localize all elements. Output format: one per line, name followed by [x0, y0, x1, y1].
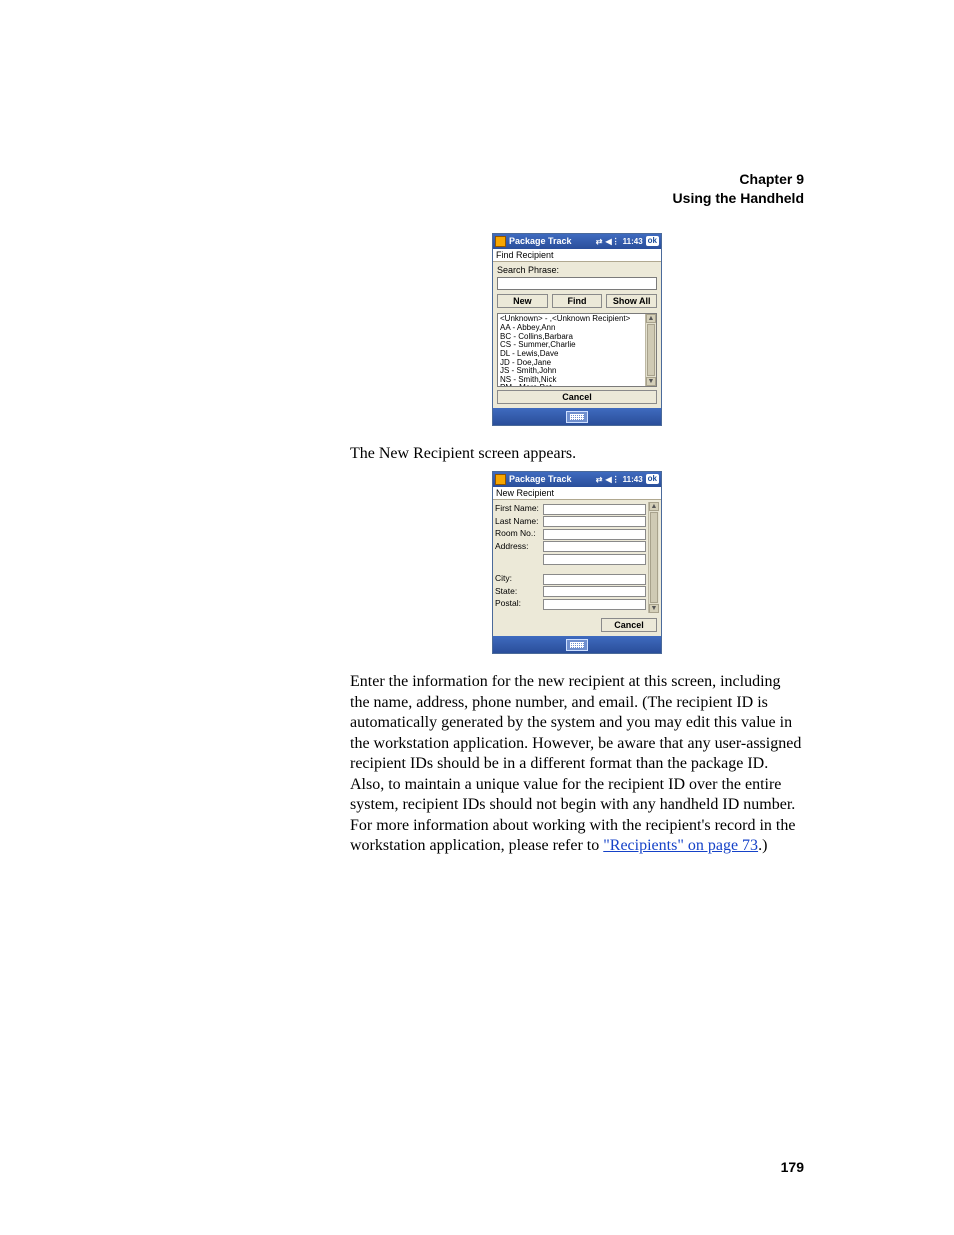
chapter-header: Chapter 9 Using the Handheld: [350, 170, 804, 208]
ok-button[interactable]: ok: [646, 236, 659, 246]
app-title: Package Track: [509, 236, 596, 246]
cancel-button[interactable]: Cancel: [601, 618, 657, 632]
figure-find-recipient: Package Track ⇄ ◀⋮ 11:43 ok Find Recipie…: [350, 233, 804, 427]
clock-text: 11:43: [623, 237, 643, 246]
speaker-icon: ◀⋮: [605, 237, 619, 246]
scroll-thumb[interactable]: [650, 512, 658, 603]
scroll-up-icon[interactable]: ▲: [649, 502, 659, 511]
caption-new-recipient: The New Recipient screen appears.: [350, 444, 804, 464]
pda-window-new-recipient: Package Track ⇄ ◀⋮ 11:43 ok New Recipien…: [492, 471, 662, 654]
address-field-2[interactable]: [543, 554, 646, 565]
pda-window-find-recipient: Package Track ⇄ ◀⋮ 11:43 ok Find Recipie…: [492, 233, 662, 427]
connectivity-icon: ⇄: [596, 475, 603, 484]
app-icon: [495, 474, 506, 485]
room-no-field[interactable]: [543, 529, 646, 540]
scroll-down-icon[interactable]: ▼: [646, 377, 656, 386]
app-icon: [495, 236, 506, 247]
scroll-thumb[interactable]: [647, 324, 655, 376]
last-name-field[interactable]: [543, 516, 646, 527]
recipients-link[interactable]: "Recipients" on page 73: [603, 837, 758, 854]
address-field-1[interactable]: [543, 541, 646, 552]
find-button[interactable]: Find: [552, 294, 603, 308]
cancel-button[interactable]: Cancel: [497, 390, 657, 404]
city-field[interactable]: [543, 574, 646, 585]
room-no-label: Room No.:: [495, 529, 543, 539]
paragraph-text-post: .): [758, 837, 767, 854]
search-phrase-label: Search Phrase:: [497, 265, 559, 275]
clock-text: 11:43: [623, 475, 643, 484]
speaker-icon: ◀⋮: [605, 475, 619, 484]
form-scrollbar[interactable]: ▲ ▼: [648, 502, 659, 613]
pda-bottombar: [493, 636, 661, 653]
address-label: Address:: [495, 542, 543, 552]
scroll-up-icon[interactable]: ▲: [646, 314, 656, 323]
city-label: City:: [495, 574, 543, 584]
show-all-button[interactable]: Show All: [606, 294, 657, 308]
first-name-label: First Name:: [495, 504, 543, 514]
state-label: State:: [495, 587, 543, 597]
state-field[interactable]: [543, 586, 646, 597]
pda-titlebar: Package Track ⇄ ◀⋮ 11:43 ok: [493, 234, 661, 249]
pda-titlebar: Package Track ⇄ ◀⋮ 11:43 ok: [493, 472, 661, 487]
recipient-listbox[interactable]: <Unknown> - ,<Unknown Recipient> AA - Ab…: [497, 313, 657, 387]
figure-new-recipient: Package Track ⇄ ◀⋮ 11:43 ok New Recipien…: [350, 471, 804, 654]
keyboard-icon[interactable]: [566, 411, 588, 423]
screen-subtitle: New Recipient: [493, 487, 661, 500]
scroll-down-icon[interactable]: ▼: [649, 604, 659, 613]
postal-label: Postal:: [495, 599, 543, 609]
search-phrase-input[interactable]: [497, 277, 657, 290]
pda-bottombar: [493, 408, 661, 425]
ok-button[interactable]: ok: [646, 474, 659, 484]
chapter-number: Chapter 9: [350, 170, 804, 189]
screen-subtitle: Find Recipient: [493, 249, 661, 262]
postal-field[interactable]: [543, 599, 646, 610]
instruction-paragraph: Enter the information for the new recipi…: [350, 672, 804, 856]
chapter-section: Using the Handheld: [350, 189, 804, 208]
paragraph-text-pre: Enter the information for the new recipi…: [350, 673, 801, 854]
list-item[interactable]: PM - More,Pat: [500, 384, 643, 386]
page-number: 179: [781, 1159, 804, 1175]
first-name-field[interactable]: [543, 504, 646, 515]
keyboard-icon[interactable]: [566, 639, 588, 651]
form-spacer: [495, 566, 646, 572]
listbox-scrollbar[interactable]: ▲ ▼: [645, 314, 656, 386]
app-title: Package Track: [509, 474, 596, 484]
connectivity-icon: ⇄: [596, 237, 603, 246]
last-name-label: Last Name:: [495, 517, 543, 527]
new-button[interactable]: New: [497, 294, 548, 308]
